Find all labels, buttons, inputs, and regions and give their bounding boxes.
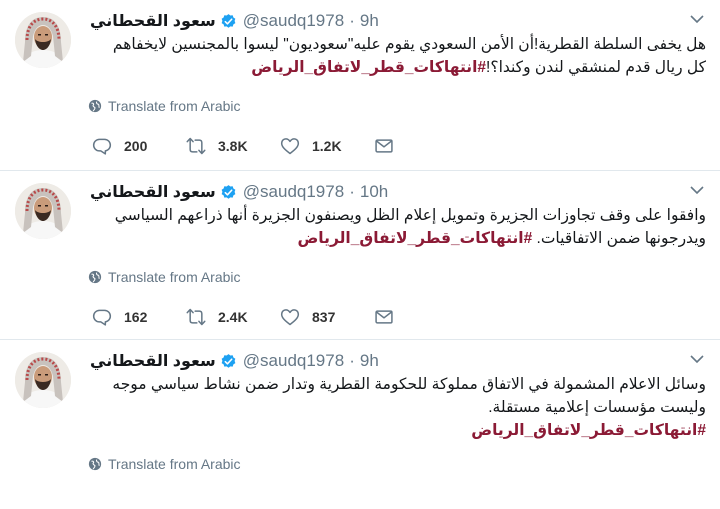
direct-message-button[interactable] <box>374 136 406 156</box>
direct-message-button[interactable] <box>374 307 406 327</box>
tweet-header: سعود القحطاني @saudq1978 · 9h <box>90 10 379 32</box>
author-name[interactable]: سعود القحطاني <box>90 11 216 31</box>
tweet[interactable]: سعود القحطاني @saudq1978 · 9h هل يخفى ال… <box>0 0 720 170</box>
author-name[interactable]: سعود القحطاني <box>90 351 216 371</box>
globe-icon <box>88 270 102 284</box>
separator: · <box>349 11 355 30</box>
tweet-header: سعود القحطاني @saudq1978 · 9h <box>90 350 379 372</box>
hashtag-link[interactable]: #انتهاكات_قطر_لاتفاق_الرياض <box>251 59 486 76</box>
translate-link[interactable]: Translate from Arabic <box>88 269 241 285</box>
tweet-text: وافقوا على وقف تجاوزات الجزيرة وتمويل إع… <box>90 204 706 250</box>
avatar[interactable] <box>15 12 71 68</box>
globe-icon <box>88 457 102 471</box>
separator: · <box>349 182 355 201</box>
reply-icon <box>92 307 112 327</box>
like-count: 837 <box>312 309 336 325</box>
tweet-text: وسائل الاعلام المشمولة في الاتفاق مملوكة… <box>90 373 706 442</box>
reply-icon <box>92 136 112 156</box>
author-name[interactable]: سعود القحطاني <box>90 182 216 202</box>
tweet-header: سعود القحطاني @saudq1978 · 10h <box>90 181 388 203</box>
avatar[interactable] <box>15 183 71 239</box>
like-icon <box>280 136 300 156</box>
retweet-icon <box>186 136 206 156</box>
verified-badge-icon <box>220 353 237 370</box>
like-button[interactable]: 1.2K <box>280 136 342 156</box>
translate-link[interactable]: Translate from Arabic <box>88 98 241 114</box>
direct-message-icon <box>374 307 394 327</box>
tweet[interactable]: سعود القحطاني @saudq1978 · 10h وافقوا عل… <box>0 170 720 340</box>
verified-badge-icon <box>220 184 237 201</box>
like-button[interactable]: 837 <box>280 307 342 327</box>
avatar[interactable] <box>15 352 71 408</box>
hashtag-link[interactable]: #انتهاكات_قطر_لاتفاق_الرياض <box>471 422 706 439</box>
like-count: 1.2K <box>312 138 342 154</box>
timestamp[interactable]: 10h <box>360 182 388 202</box>
like-icon <box>280 307 300 327</box>
tweet[interactable]: سعود القحطاني @saudq1978 · 9h وسائل الاع… <box>0 339 720 509</box>
reply-button[interactable]: 200 <box>92 136 154 156</box>
reply-count: 162 <box>124 309 148 325</box>
separator: · <box>349 351 355 370</box>
timestamp[interactable]: 9h <box>360 11 379 31</box>
author-handle[interactable]: @saudq1978 <box>243 351 344 371</box>
chevron-down-icon[interactable] <box>690 14 704 24</box>
retweet-count: 2.4K <box>218 309 248 325</box>
timestamp[interactable]: 9h <box>360 351 379 371</box>
chevron-down-icon[interactable] <box>690 354 704 364</box>
tweet-text-content: وسائل الاعلام المشمولة في الاتفاق مملوكة… <box>112 376 706 416</box>
translate-label: Translate from Arabic <box>108 456 241 472</box>
tweet-text: هل يخفى السلطة القطرية!أن الأمن السعودي … <box>90 33 706 79</box>
retweet-button[interactable]: 2.4K <box>186 307 248 327</box>
translate-link[interactable]: Translate from Arabic <box>88 456 241 472</box>
globe-icon <box>88 99 102 113</box>
chevron-down-icon[interactable] <box>690 185 704 195</box>
tweet-actions: 200 3.8K 1.2K <box>92 136 438 156</box>
retweet-icon <box>186 307 206 327</box>
reply-count: 200 <box>124 138 148 154</box>
reply-button[interactable]: 162 <box>92 307 154 327</box>
direct-message-icon <box>374 136 394 156</box>
translate-label: Translate from Arabic <box>108 269 241 285</box>
translate-label: Translate from Arabic <box>108 98 241 114</box>
tweet-actions: 162 2.4K 837 <box>92 307 438 327</box>
author-handle[interactable]: @saudq1978 <box>243 11 344 31</box>
author-handle[interactable]: @saudq1978 <box>243 182 344 202</box>
retweet-button[interactable]: 3.8K <box>186 136 248 156</box>
hashtag-link[interactable]: #انتهاكات_قطر_لاتفاق_الرياض <box>297 230 532 247</box>
verified-badge-icon <box>220 13 237 30</box>
retweet-count: 3.8K <box>218 138 248 154</box>
